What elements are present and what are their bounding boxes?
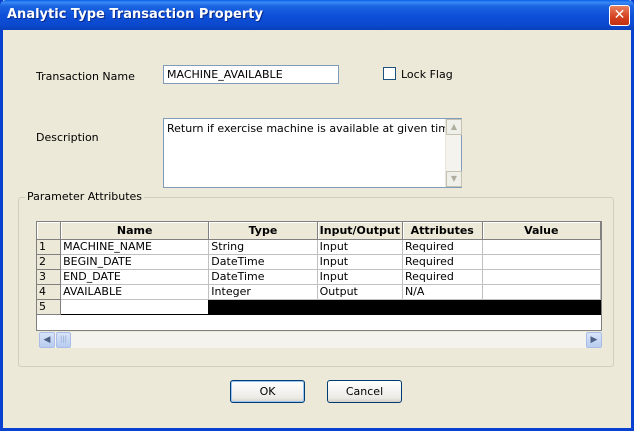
cell-value[interactable] [482, 239, 601, 255]
grid-horizontal-scrollbar[interactable]: ◀ ||| ▶ [39, 332, 602, 348]
row-number[interactable]: 4 [37, 284, 62, 300]
row-number[interactable]: 5 [37, 299, 62, 315]
parameter-table: Name Type Input/Output Attributes Value … [37, 222, 601, 315]
cell-value[interactable] [482, 284, 601, 300]
cell-type[interactable] [208, 299, 318, 315]
parameter-grid[interactable]: Name Type Input/Output Attributes Value … [36, 221, 602, 331]
cell-input-output[interactable]: Output [317, 284, 403, 300]
close-button[interactable]: ✕ [609, 5, 630, 26]
scroll-up-arrow-icon[interactable]: ▲ [446, 119, 462, 135]
table-header-row: Name Type Input/Output Attributes Value [37, 222, 601, 240]
cell-type[interactable]: DateTime [208, 269, 318, 285]
scroll-left-arrow-icon[interactable]: ◀ [39, 332, 55, 348]
scrollbar-thumb[interactable]: ||| [56, 332, 71, 348]
cell-input-output[interactable]: Input [317, 254, 403, 270]
table-row[interactable]: 4 AVAILABLE Integer Output N/A [37, 284, 601, 300]
cell-value[interactable] [482, 254, 601, 270]
cell-name[interactable]: AVAILABLE [60, 284, 210, 300]
cell-type[interactable]: Integer [208, 284, 318, 300]
title-bar[interactable]: Analytic Type Transaction Property ✕ [0, 0, 634, 30]
row-number[interactable]: 1 [37, 239, 62, 255]
table-row-selected[interactable]: 5 [37, 298, 601, 315]
cancel-button[interactable]: Cancel [327, 380, 402, 403]
description-text: Return if exercise machine is available … [167, 122, 460, 135]
corner-header [37, 222, 62, 240]
column-header-value[interactable]: Value [482, 222, 601, 240]
row-number[interactable]: 2 [37, 254, 62, 270]
cell-name[interactable]: END_DATE [60, 269, 210, 285]
window-title: Analytic Type Transaction Property [7, 7, 263, 22]
description-scrollbar[interactable]: ▲ ▼ [445, 119, 462, 187]
transaction-name-input[interactable]: MACHINE_AVAILABLE [163, 65, 339, 84]
table-row[interactable]: 1 MACHINE_NAME String Input Required [37, 239, 601, 255]
cell-attributes[interactable]: Required [402, 269, 483, 285]
cell-value[interactable] [482, 269, 601, 285]
table-row[interactable]: 3 END_DATE DateTime Input Required [37, 269, 601, 285]
description-textarea[interactable]: Return if exercise machine is available … [163, 118, 462, 188]
parameter-attributes-label: Parameter Attributes [25, 190, 145, 203]
close-icon: ✕ [613, 7, 626, 23]
cell-value[interactable] [482, 299, 601, 315]
column-header-type[interactable]: Type [208, 222, 318, 240]
cell-attributes[interactable]: N/A [402, 284, 483, 300]
cell-type[interactable]: DateTime [208, 254, 318, 270]
column-header-input-output[interactable]: Input/Output [317, 222, 403, 240]
cell-attributes[interactable]: Required [402, 239, 483, 255]
cell-name[interactable]: MACHINE_NAME [60, 239, 210, 255]
cell-name-editor[interactable] [60, 298, 210, 315]
cell-input-output[interactable] [317, 299, 403, 315]
cell-attributes[interactable]: Required [402, 254, 483, 270]
scroll-down-arrow-icon[interactable]: ▼ [446, 171, 462, 187]
cell-attributes[interactable] [402, 299, 483, 315]
transaction-name-label: Transaction Name [36, 70, 135, 83]
cell-name[interactable]: BEGIN_DATE [60, 254, 210, 270]
cell-input-output[interactable]: Input [317, 239, 403, 255]
row-number[interactable]: 3 [37, 269, 62, 285]
lock-flag-label: Lock Flag [401, 68, 453, 81]
description-label: Description [36, 131, 99, 144]
lock-flag-checkbox[interactable] [383, 67, 396, 80]
dialog-window: Analytic Type Transaction Property ✕ Tra… [0, 0, 634, 431]
table-row[interactable]: 2 BEGIN_DATE DateTime Input Required [37, 254, 601, 270]
cell-input-output[interactable]: Input [317, 269, 403, 285]
cell-type[interactable]: String [208, 239, 318, 255]
column-header-attributes[interactable]: Attributes [402, 222, 483, 240]
ok-button[interactable]: OK [230, 380, 305, 403]
scroll-right-arrow-icon[interactable]: ▶ [586, 332, 602, 348]
column-header-name[interactable]: Name [60, 222, 210, 240]
